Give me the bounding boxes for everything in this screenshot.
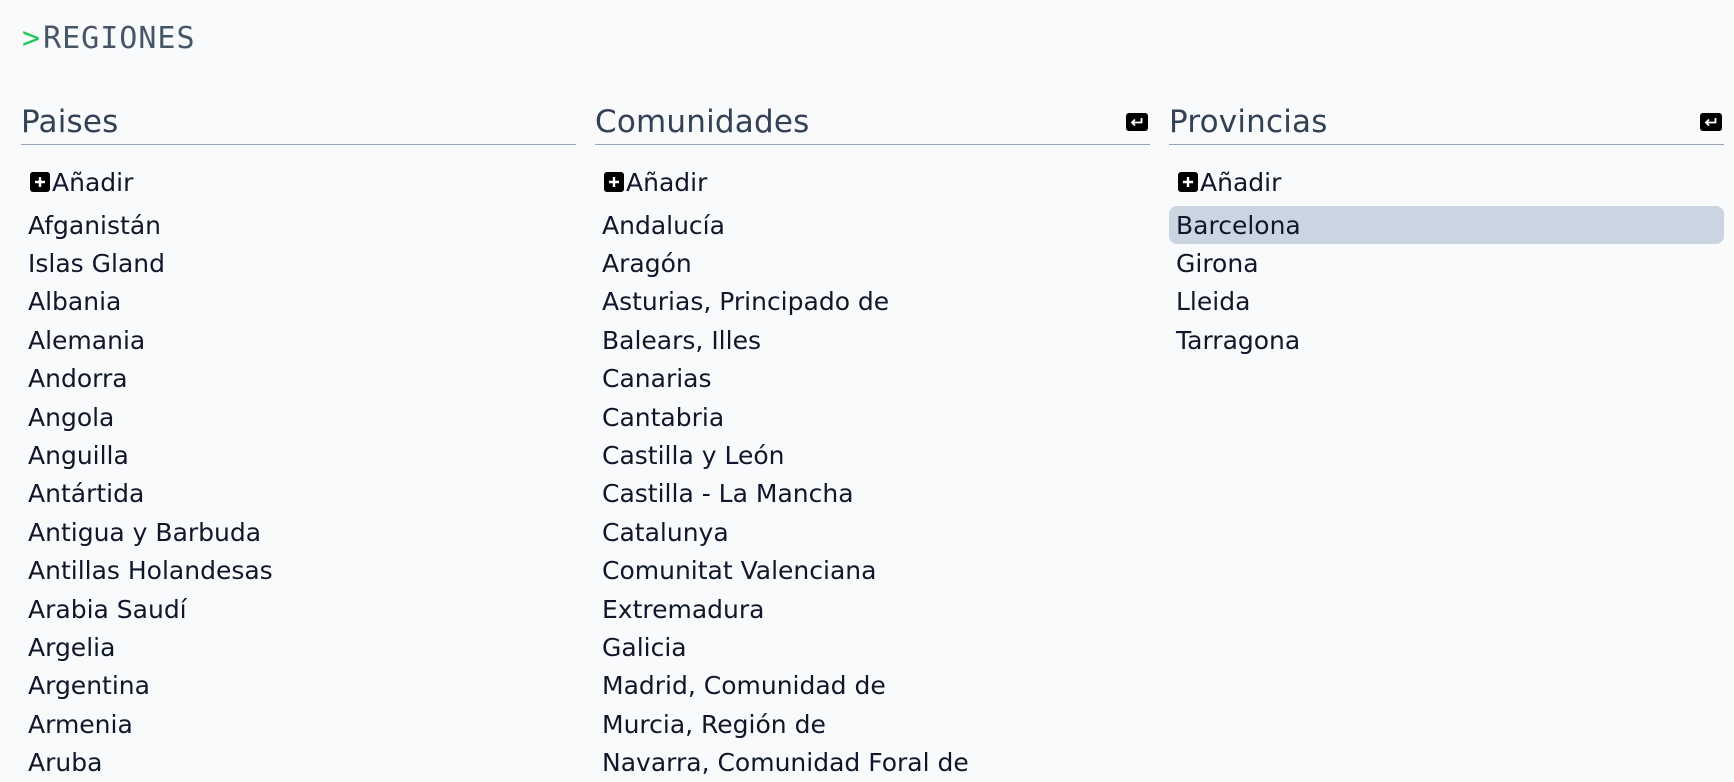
list-item[interactable]: Anguilla [21, 436, 576, 474]
list-item[interactable]: Aruba [21, 743, 576, 781]
column-header-provincias: Provincias [1169, 100, 1724, 145]
return-button-comunidades[interactable] [1126, 113, 1148, 131]
list-item[interactable]: Argelia [21, 628, 576, 666]
list-item[interactable]: Antillas Holandesas [21, 552, 576, 590]
list-item[interactable]: Castilla y León [595, 436, 1150, 474]
list-item[interactable]: Tarragona [1169, 321, 1724, 359]
list-item[interactable]: Madrid, Comunidad de [595, 667, 1150, 705]
list-item[interactable]: Andorra [21, 360, 576, 398]
add-pais-button[interactable]: Añadir [21, 164, 576, 200]
list-item[interactable]: Antigua y Barbuda [21, 513, 576, 551]
list-item[interactable]: Afganistán [21, 206, 576, 244]
list-item[interactable]: Murcia, Región de [595, 705, 1150, 743]
list-item[interactable]: Argentina [21, 667, 576, 705]
list-item[interactable]: Comunitat Valenciana [595, 552, 1150, 590]
list-item[interactable]: Canarias [595, 360, 1150, 398]
list-item[interactable]: Extremadura [595, 590, 1150, 628]
plus-square-icon [30, 172, 50, 192]
list-item[interactable]: Cantabria [595, 398, 1150, 436]
list-item[interactable]: Armenia [21, 705, 576, 743]
plus-square-icon [604, 172, 624, 192]
add-label: Añadir [1200, 167, 1282, 197]
list-item[interactable]: Lleida [1169, 283, 1724, 321]
return-arrow-icon [1704, 118, 1717, 127]
column-provincias: Provincias Añadir Barcelona Girona Lleida T… [1169, 100, 1724, 782]
list-paises: Afganistán Islas Gland Albania Alemania Ando… [21, 206, 576, 782]
prompt-chevron-icon: > [22, 20, 42, 56]
list-item[interactable]: Arabia Saudí [21, 590, 576, 628]
column-comunidades: Comunidades Añadir Andalucía Aragón Asturi… [595, 100, 1150, 782]
list-item[interactable]: Angola [21, 398, 576, 436]
list-comunidades: Andalucía Aragón Asturias, Principado de Ba… [595, 206, 1150, 782]
list-item[interactable]: Catalunya [595, 513, 1150, 551]
list-item[interactable]: Galicia [595, 628, 1150, 666]
column-header-paises: Paises [21, 100, 576, 145]
list-item[interactable]: Navarra, Comunidad Foral de [595, 743, 1150, 781]
column-title-comunidades: Comunidades [595, 104, 810, 140]
list-item[interactable]: Antártida [21, 475, 576, 513]
add-label: Añadir [626, 167, 708, 197]
column-title-paises: Paises [21, 104, 119, 140]
column-title-provincias: Provincias [1169, 104, 1328, 140]
list-item[interactable]: Islas Gland [21, 244, 576, 282]
list-item[interactable]: Castilla - La Mancha [595, 475, 1150, 513]
list-item[interactable]: Girona [1169, 244, 1724, 282]
page-title: REGIONES [43, 20, 196, 56]
list-item[interactable]: Aragón [595, 244, 1150, 282]
list-item[interactable]: Albania [21, 283, 576, 321]
list-item[interactable]: Alemania [21, 321, 576, 359]
add-label: Añadir [52, 167, 134, 197]
list-provincias: Barcelona Girona Lleida Tarragona [1169, 206, 1724, 360]
columns-container: Paises Añadir Afganistán Islas Gland Alban… [21, 100, 1724, 782]
return-arrow-icon [1130, 118, 1143, 127]
column-header-comunidades: Comunidades [595, 100, 1150, 145]
return-button-provincias[interactable] [1700, 113, 1722, 131]
list-item[interactable]: Balears, Illes [595, 321, 1150, 359]
list-item[interactable]: Asturias, Principado de [595, 283, 1150, 321]
page-header: > REGIONES [22, 18, 196, 58]
plus-square-icon [1178, 172, 1198, 192]
list-item[interactable]: Andalucía [595, 206, 1150, 244]
add-provincia-button[interactable]: Añadir [1169, 164, 1724, 200]
list-item[interactable]: Barcelona [1169, 206, 1724, 245]
column-paises: Paises Añadir Afganistán Islas Gland Alban… [21, 100, 576, 782]
add-comunidad-button[interactable]: Añadir [595, 164, 1150, 200]
